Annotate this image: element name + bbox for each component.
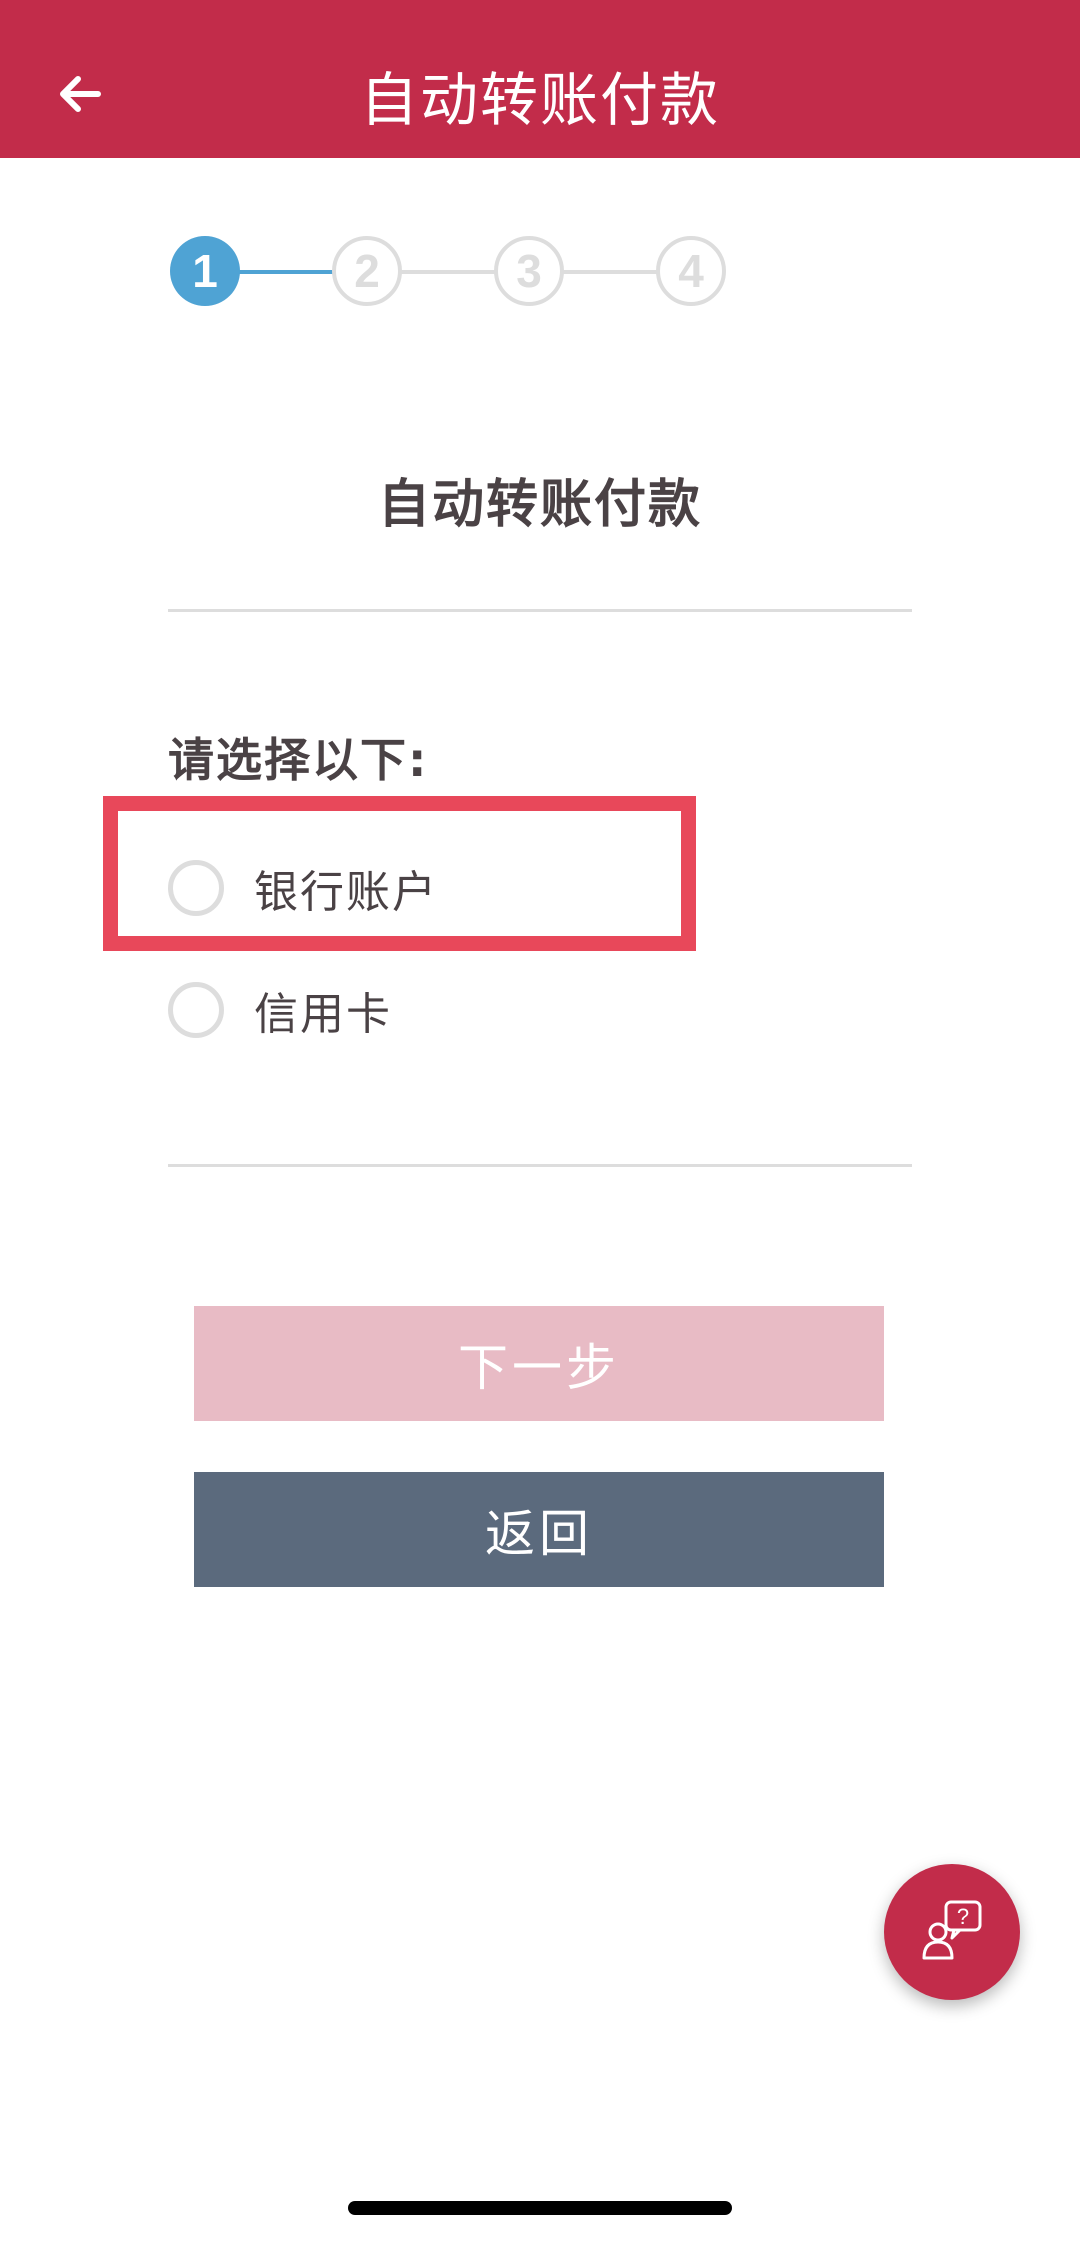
radio-option-bank-account[interactable]: 银行账户 — [168, 848, 728, 928]
home-indicator[interactable] — [348, 2201, 732, 2215]
radio-button[interactable] — [168, 982, 224, 1038]
progress-stepper: 1 2 3 4 — [170, 236, 726, 308]
step-connector-2 — [400, 270, 500, 274]
top-divider — [168, 609, 912, 612]
app-bar: 自动转账付款 — [0, 0, 1080, 158]
step-connector-3 — [562, 270, 662, 274]
radio-option-credit-card[interactable]: 信用卡 — [168, 970, 728, 1050]
svg-text:?: ? — [957, 1904, 969, 1929]
step-3: 3 — [494, 236, 564, 306]
radio-label: 银行账户 — [254, 867, 438, 918]
bottom-divider — [168, 1164, 912, 1167]
customer-support-icon: ? — [922, 1900, 982, 1960]
page-title: 自动转账付款 — [359, 66, 720, 134]
next-button[interactable]: 下一步 — [194, 1306, 884, 1421]
step-1: 1 — [170, 236, 240, 306]
radio-label: 信用卡 — [254, 989, 392, 1040]
section-title: 自动转账付款 — [377, 475, 702, 535]
step-2: 2 — [332, 236, 402, 306]
back-text-button[interactable]: 返回 — [194, 1472, 884, 1587]
step-connector-1 — [234, 270, 334, 274]
prompt-label: 请选择以下: — [168, 733, 429, 787]
support-fab[interactable]: ? — [884, 1864, 1020, 2000]
radio-button[interactable] — [168, 860, 224, 916]
step-4: 4 — [656, 236, 726, 306]
